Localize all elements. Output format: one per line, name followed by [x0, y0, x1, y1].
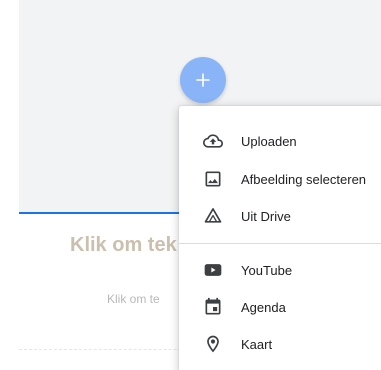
- menu-item-label: Afbeelding selecteren: [241, 171, 367, 187]
- body-placeholder[interactable]: Klik om te: [107, 292, 160, 306]
- drive-icon: [203, 206, 223, 226]
- cloud-upload-icon: [203, 131, 223, 151]
- menu-item-upload[interactable]: Uploaden: [179, 123, 381, 159]
- page: Klik om tek Klik om te Uploaden Afbeeldi…: [0, 0, 381, 370]
- add-content-button[interactable]: [180, 57, 226, 103]
- menu-item-youtube[interactable]: YouTube: [179, 252, 381, 288]
- menu-item-calendar[interactable]: Agenda: [179, 289, 381, 325]
- menu-item-label: Kaart: [241, 336, 273, 352]
- youtube-icon: [203, 260, 223, 280]
- menu-item-select-image[interactable]: Afbeelding selecteren: [179, 161, 381, 197]
- plus-icon: [195, 72, 211, 88]
- menu-item-drive[interactable]: Uit Drive: [179, 198, 381, 234]
- menu-separator: [179, 243, 381, 244]
- calendar-icon: [203, 297, 223, 317]
- menu-item-label: Uit Drive: [241, 208, 291, 224]
- menu-item-label: Agenda: [241, 299, 286, 315]
- menu-item-label: Uploaden: [241, 133, 297, 149]
- insert-menu: Uploaden Afbeelding selecteren Uit Drive: [179, 106, 381, 370]
- menu-item-label: YouTube: [241, 262, 293, 278]
- menu-item-map[interactable]: Kaart: [179, 326, 381, 362]
- image-icon: [203, 169, 223, 189]
- heading-placeholder[interactable]: Klik om tek: [70, 234, 177, 257]
- map-pin-icon: [203, 334, 223, 354]
